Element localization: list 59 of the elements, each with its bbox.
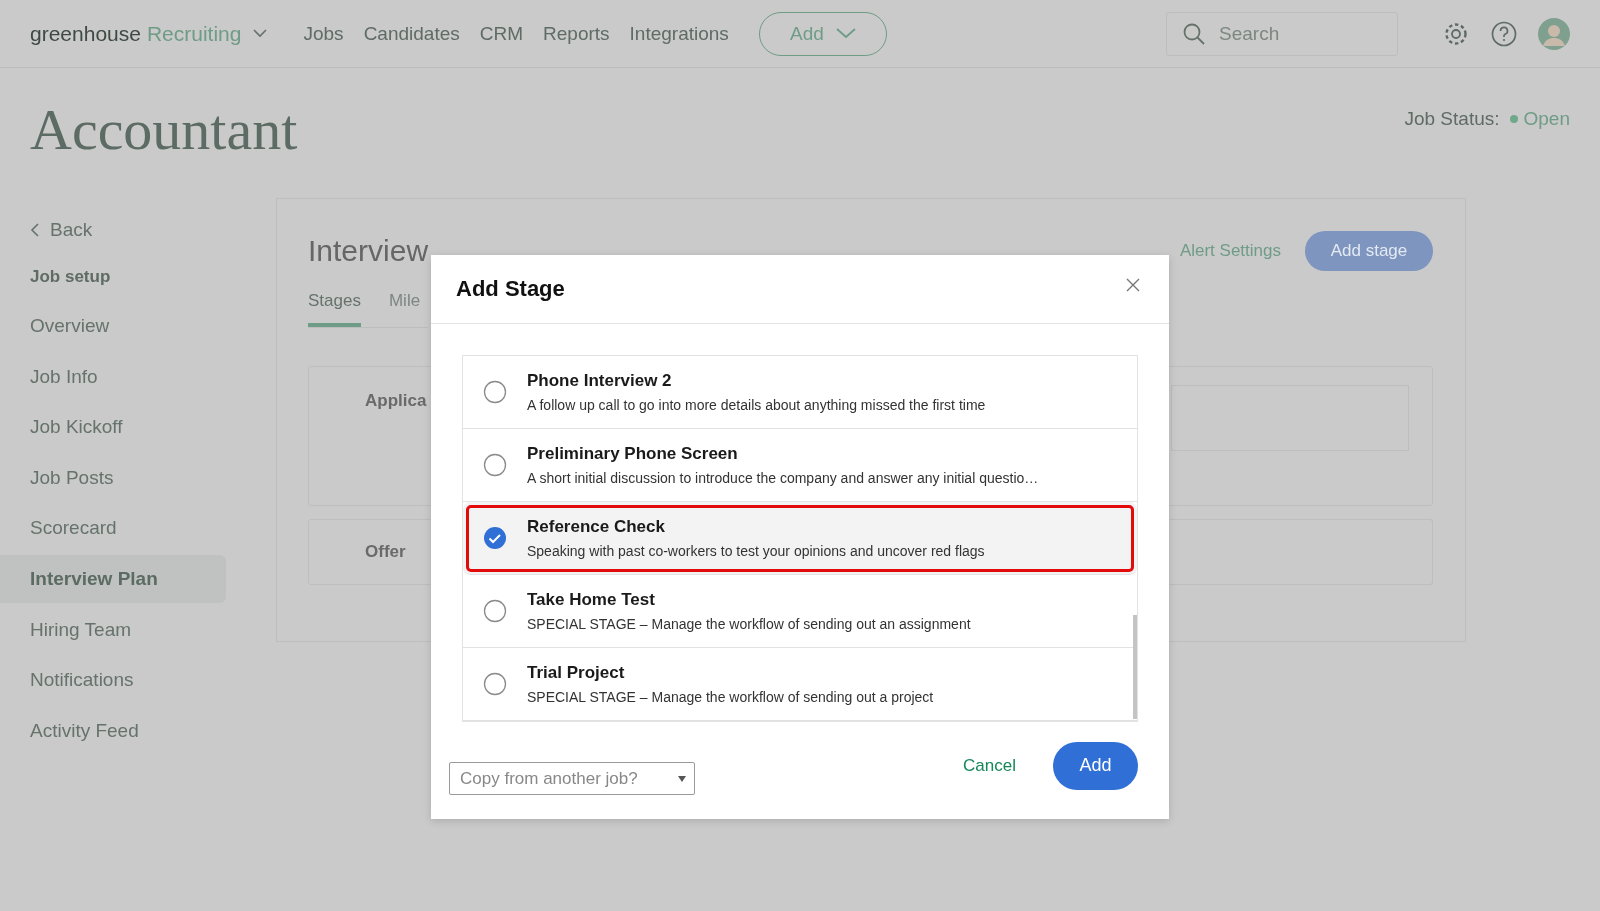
stage-option[interactable]: Phone Interview 2 A follow up call to go into more details about anything missed the first time — [463, 356, 1137, 429]
back-link[interactable]: Back — [0, 208, 226, 252]
nav-link[interactable]: Jobs — [303, 22, 344, 45]
sidebar-item[interactable]: Job Posts — [0, 453, 226, 502]
sidebar-item[interactable]: Activity Feed — [0, 706, 226, 755]
sidebar-item[interactable]: Notifications — [0, 656, 226, 705]
option-description: SPECIAL STAGE – Manage the workflow of sending out a project — [527, 689, 934, 705]
product-logo[interactable]: greenhouse Recruiting — [30, 21, 268, 46]
radio-icon — [483, 599, 507, 623]
nav-link[interactable]: CRM — [479, 22, 524, 45]
job-title: Accountant — [30, 96, 298, 163]
search-icon — [1182, 21, 1206, 46]
copy-job-dropdown[interactable]: Copy from another job? — [449, 762, 695, 795]
search-field[interactable]: Search — [1166, 11, 1398, 56]
option-name: Reference Check — [527, 517, 666, 537]
radio-icon — [483, 672, 507, 696]
dropdown-arrow-icon — [678, 775, 686, 782]
add-stage-button[interactable]: Add stage — [1305, 231, 1433, 271]
chevron-left-icon — [30, 222, 40, 238]
tab[interactable]: Stages — [308, 291, 361, 327]
status-dot-icon — [1509, 115, 1518, 123]
add-button[interactable]: Add — [1053, 741, 1138, 790]
chevron-down-icon — [253, 29, 268, 38]
nav-link[interactable]: Reports — [543, 22, 610, 45]
job-status-label: Job Status: — [1404, 108, 1500, 130]
chevron-down-icon — [835, 28, 856, 39]
option-description: A short initial discussion to introduce the company and answer any initial questio… — [527, 470, 1039, 486]
option-description: Speaking with past co-workers to test your opinions and uncover red flags — [527, 543, 985, 559]
option-name: Phone Interview 2 — [527, 371, 673, 391]
avatar-icon[interactable] — [1538, 17, 1570, 50]
sidebar-item[interactable]: Job Kickoff — [0, 403, 226, 452]
radio-icon — [483, 380, 507, 404]
option-description: A follow up call to go into more details about anything missed the first time — [527, 397, 986, 413]
stage-name: Applica — [365, 391, 427, 410]
dialog-title: Add Stage — [456, 276, 565, 302]
sidebar-item[interactable]: Scorecard — [0, 504, 226, 553]
sidebar-item[interactable]: Hiring Team — [0, 605, 226, 654]
alert-settings-link[interactable]: Alert Settings — [1179, 241, 1281, 261]
radio-icon — [483, 453, 507, 477]
nav-link[interactable]: Integrations — [629, 22, 729, 45]
job-status-value: Open — [1523, 108, 1570, 130]
section-heading: Interview — [308, 234, 429, 268]
nav-link[interactable]: Candidates — [363, 22, 460, 45]
radio-checked-icon — [483, 526, 507, 550]
help-icon[interactable] — [1490, 19, 1518, 48]
stage-name: Offer — [365, 542, 406, 562]
sidebar-item[interactable]: Job Info — [0, 352, 226, 401]
close-icon[interactable] — [1125, 277, 1141, 293]
sidebar-section-title: Job setup — [29, 266, 112, 288]
scrollbar[interactable] — [1133, 615, 1137, 719]
option-description: SPECIAL STAGE – Manage the workflow of sending out an assignment — [527, 616, 971, 632]
sidebar-item[interactable]: Overview — [0, 302, 226, 350]
stage-option[interactable]: Reference Check Speaking with past co-workers to test your opinions and uncover red flags — [463, 502, 1137, 575]
option-name: Take Home Test — [527, 590, 656, 610]
cancel-link[interactable]: Cancel — [963, 755, 1016, 776]
option-name: Preliminary Phone Screen — [527, 444, 739, 464]
sidebar-item[interactable]: Interview Plan — [0, 554, 226, 603]
tab[interactable]: Mile — [388, 291, 421, 327]
option-name: Trial Project — [527, 663, 626, 683]
